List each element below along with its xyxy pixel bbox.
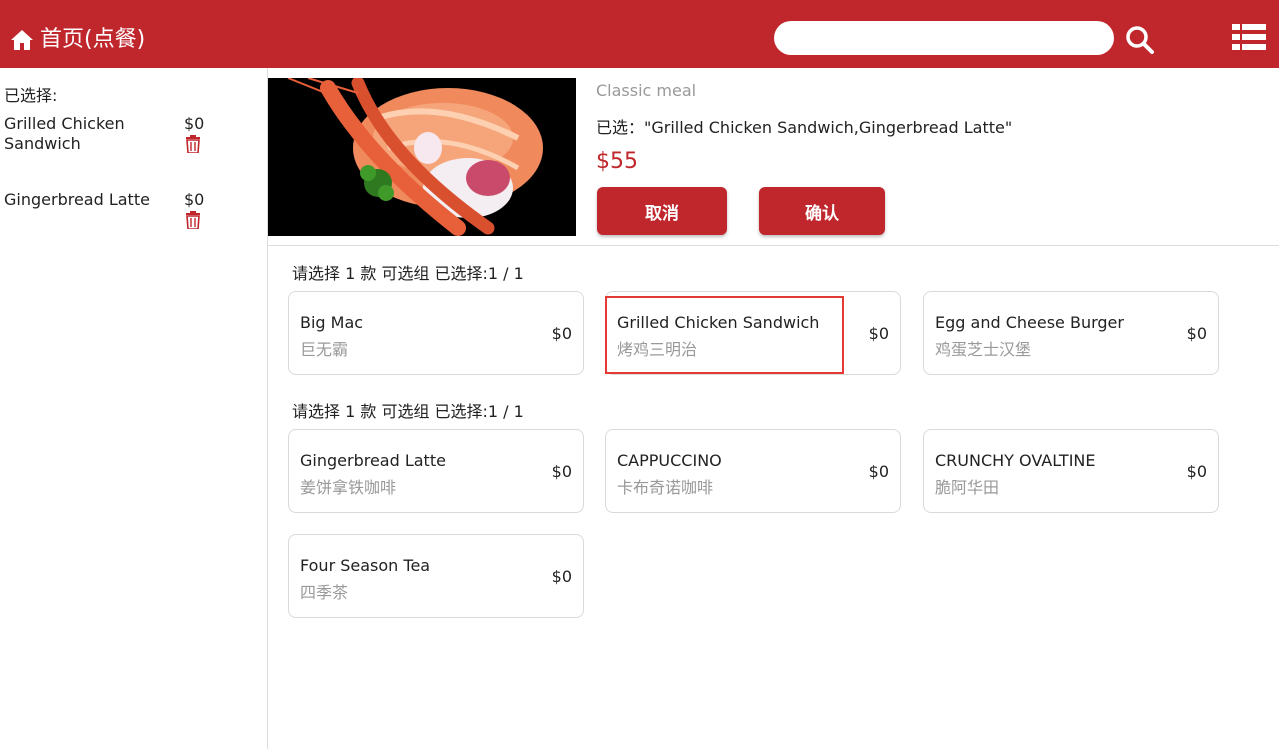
option-name-cn: 烤鸡三明治 [617,340,698,359]
selected-label: 已选择: [4,86,58,105]
option-card[interactable]: CRUNCHY OVALTINE 脆阿华田 $0 [923,429,1219,513]
app-header: 首页(点餐) [0,0,1279,68]
option-card[interactable]: Egg and Cheese Burger 鸡蛋芝士汉堡 $0 [923,291,1219,375]
option-price: $0 [1186,324,1207,343]
cancel-button[interactable]: 取消 [597,187,727,235]
confirm-button[interactable]: 确认 [759,187,885,235]
option-name-cn: 四季茶 [300,583,349,602]
option-card[interactable]: Four Season Tea 四季茶 $0 [288,534,584,618]
option-name: Egg and Cheese Burger [935,313,1124,332]
option-name: Big Mac [300,313,364,332]
selected-sidebar: 已选择: Grilled Chicken Sandwich $0 Gingerb… [0,68,268,749]
group-title: 请选择 1 款 可选组 已选择:1 / 1 [292,402,524,421]
option-name: Grilled Chicken Sandwich [617,313,820,332]
option-name-cn: 鸡蛋芝士汉堡 [935,340,1032,359]
home-icon[interactable] [10,27,34,53]
option-card[interactable]: Big Mac 巨无霸 $0 [288,291,584,375]
meal-image [268,78,576,236]
selected-item-name: Gingerbread Latte [4,190,150,209]
group-title: 请选择 1 款 可选组 已选择:1 / 1 [292,264,524,283]
option-price: $0 [868,324,889,343]
search-icon[interactable] [1124,24,1156,56]
option-price: $0 [1186,462,1207,481]
option-card[interactable]: Grilled Chicken Sandwich 烤鸡三明治 $0 [605,291,901,375]
option-price: $0 [868,462,889,481]
option-price: $0 [551,462,572,481]
divider [268,245,1279,246]
page-title[interactable]: 首页(点餐) [40,26,145,54]
meal-subtitle: Classic meal [596,81,697,100]
option-name-cn: 卡布奇诺咖啡 [617,478,714,497]
option-price: $0 [551,324,572,343]
selected-summary: 已选："Grilled Chicken Sandwich,Gingerbread… [596,118,1013,137]
option-name-cn: 脆阿华田 [935,478,1000,497]
option-name-cn: 巨无霸 [300,340,349,359]
option-name: CAPPUCCINO [617,451,722,470]
list-icon[interactable] [1232,24,1266,50]
selected-item-price: $0 [184,114,205,133]
trash-icon[interactable] [184,135,202,153]
selected-item-price: $0 [184,190,205,209]
option-card[interactable]: CAPPUCCINO 卡布奇诺咖啡 $0 [605,429,901,513]
option-name: CRUNCHY OVALTINE [935,451,1096,470]
search-input[interactable] [774,21,1114,55]
option-card[interactable]: Gingerbread Latte 姜饼拿铁咖啡 $0 [288,429,584,513]
selected-item-name: Grilled Chicken Sandwich [4,114,125,153]
option-name-cn: 姜饼拿铁咖啡 [300,478,397,497]
option-name: Four Season Tea [300,556,431,575]
option-price: $0 [551,567,572,586]
trash-icon[interactable] [184,211,202,229]
meal-price: $55 [596,149,638,174]
option-name: Gingerbread Latte [300,451,446,470]
